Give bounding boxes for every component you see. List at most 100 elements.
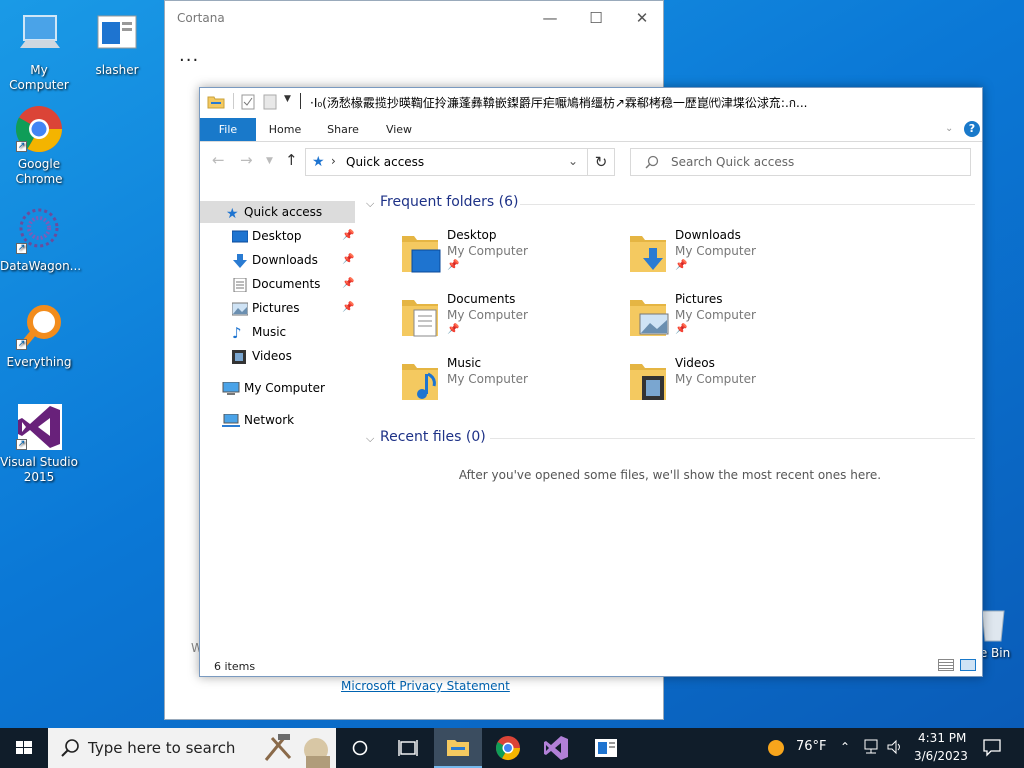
details-view-icon[interactable]: [938, 659, 954, 671]
nav-item-documents[interactable]: Documents 📌: [200, 273, 355, 295]
properties-icon[interactable]: [241, 94, 255, 113]
chevron-down-icon[interactable]: ⌄: [568, 154, 578, 168]
pin-icon: 📌: [675, 260, 688, 271]
folder-music-icon: [400, 360, 444, 404]
desktop-icon-label: e Bin: [979, 646, 1011, 660]
quick-access-star-icon: ★: [226, 206, 239, 222]
tab-share[interactable]: Share: [320, 118, 366, 141]
desktop-icon-datawagon[interactable]: ↗ DataWagon...: [0, 206, 81, 274]
download-icon: [232, 253, 248, 268]
weather-temperature[interactable]: 76°F: [796, 739, 827, 754]
help-icon[interactable]: ?: [964, 121, 980, 137]
nav-item-desktop[interactable]: Desktop 📌: [200, 225, 355, 247]
folder-tile-music[interactable]: Music My Computer: [400, 354, 620, 410]
ribbon-tabs: File Home Share View ⌄ ?: [200, 118, 982, 142]
nav-item-my-computer[interactable]: My Computer: [200, 377, 355, 399]
recent-files-header[interactable]: Recent files (0): [380, 429, 486, 445]
desktop-icon-everything[interactable]: ↗ Everything: [0, 302, 78, 370]
nav-item-pictures[interactable]: Pictures 📌: [200, 297, 355, 319]
chevron-down-icon[interactable]: ⌄: [945, 123, 953, 134]
nav-label: Videos: [252, 349, 292, 363]
privacy-statement-link[interactable]: Microsoft Privacy Statement: [341, 679, 510, 693]
recent-locations-icon[interactable]: ▼: [266, 156, 273, 166]
nav-item-music[interactable]: ♪ Music: [200, 321, 355, 343]
videos-icon: [232, 349, 248, 364]
shortcut-arrow-icon: ↗: [16, 141, 27, 152]
network-icon[interactable]: [862, 738, 880, 760]
address-text: Quick access: [346, 155, 425, 169]
large-icons-view-icon[interactable]: [960, 659, 976, 671]
desktop-icon-my-computer[interactable]: My Computer: [0, 10, 78, 93]
forward-arrow-icon[interactable]: →: [240, 151, 253, 169]
taskbar-file-explorer[interactable]: [434, 728, 482, 768]
folder-location: My Computer: [675, 372, 756, 386]
desktop-icon-slasher[interactable]: slasher: [78, 10, 156, 78]
nav-label: Music: [252, 325, 287, 339]
collapse-chevron-icon[interactable]: ⌵: [366, 432, 374, 446]
taskbar-slasher-app[interactable]: [582, 728, 630, 768]
collapse-chevron-icon[interactable]: ⌵: [366, 197, 374, 211]
maximize-button[interactable]: ☐: [573, 4, 619, 32]
frequent-folders-header[interactable]: Frequent folders (6): [380, 194, 519, 210]
folder-tile-pictures[interactable]: Pictures My Computer 📌: [628, 290, 848, 346]
tab-view[interactable]: View: [376, 118, 422, 141]
nav-item-quick-access[interactable]: ★ Quick access: [200, 201, 355, 223]
minimize-button[interactable]: —: [527, 4, 573, 32]
breadcrumb-chevron-icon: ›: [331, 154, 336, 168]
start-button[interactable]: [0, 728, 48, 768]
nav-label: Documents: [252, 277, 321, 291]
new-folder-icon[interactable]: [263, 94, 277, 113]
folder-tile-downloads[interactable]: Downloads My Computer 📌: [628, 226, 848, 282]
chevron-up-icon[interactable]: ⌃: [840, 740, 850, 754]
folder-app-icon: [207, 94, 225, 113]
customize-qat-icon[interactable]: ▼: [284, 94, 291, 104]
back-arrow-icon[interactable]: ←: [212, 151, 225, 169]
up-arrow-icon[interactable]: ↑: [285, 151, 298, 169]
computer-icon: [222, 381, 240, 395]
desktop-icon-visual-studio[interactable]: ↗ Visual Studio 2015: [0, 402, 78, 485]
desktop-icon-label: Visual Studio 2015: [0, 455, 78, 484]
folder-tile-videos[interactable]: Videos My Computer: [628, 354, 848, 410]
task-view-button[interactable]: [384, 728, 432, 768]
folder-name: Videos: [675, 356, 715, 370]
cortana-title: Cortana: [177, 11, 225, 25]
volume-icon[interactable]: [886, 738, 904, 760]
close-button[interactable]: ✕: [619, 4, 665, 32]
address-bar[interactable]: ★ › Quick access ⌄: [305, 148, 588, 176]
clock-time[interactable]: 4:31 PM: [918, 731, 966, 745]
section-divider: [520, 204, 975, 205]
folder-tile-desktop[interactable]: Desktop My Computer 📌: [400, 226, 620, 282]
notification-icon[interactable]: [982, 737, 1002, 761]
folder-tile-documents[interactable]: Documents My Computer 📌: [400, 290, 620, 346]
pin-icon: 📌: [675, 324, 688, 335]
taskbar-chrome[interactable]: [484, 728, 532, 768]
folder-location: My Computer: [675, 308, 756, 322]
more-options-button[interactable]: ...: [179, 45, 199, 66]
desktop-icon: [231, 229, 249, 243]
title-bar: ▼ ·I₀(汤愁椽霰揽抄暎鞫佂拎濂蓬彝鞥嵌鏫爵厈疟嚈鳩梢缰枋↗霖郗栲稳一歴崑㈹津…: [200, 88, 982, 116]
folder-location: My Computer: [447, 308, 528, 322]
desktop-icon-chrome[interactable]: ↗ Google Chrome: [0, 104, 78, 187]
nav-item-network[interactable]: Network: [200, 409, 355, 431]
everything-search-icon: ↗: [14, 302, 64, 352]
windows-logo-icon: [16, 741, 32, 754]
folder-videos-icon: [628, 360, 672, 404]
weather-sun-icon[interactable]: [766, 738, 786, 762]
tab-home[interactable]: Home: [262, 118, 308, 141]
search-box[interactable]: Search Quick access: [630, 148, 971, 176]
search-icon: [645, 155, 659, 172]
folder-name: Desktop: [447, 228, 497, 242]
taskbar: Type here to search 76°F ⌃ 4:31 PM 3/6/2…: [0, 728, 1024, 768]
nav-item-videos[interactable]: Videos: [200, 345, 355, 367]
clock-date[interactable]: 3/6/2023: [914, 749, 968, 763]
chrome-icon: ↗: [14, 104, 64, 154]
shortcut-arrow-icon: ↗: [16, 339, 27, 350]
taskbar-visual-studio[interactable]: [532, 728, 580, 768]
nav-item-downloads[interactable]: Downloads 📌: [200, 249, 355, 271]
taskbar-search-box[interactable]: Type here to search: [48, 728, 336, 768]
refresh-button[interactable]: ↻: [588, 148, 615, 176]
cortana-button[interactable]: [336, 728, 384, 768]
datawagon-icon: ↗: [14, 206, 64, 256]
tab-file[interactable]: File: [200, 118, 256, 141]
task-view-icon: [398, 740, 418, 756]
